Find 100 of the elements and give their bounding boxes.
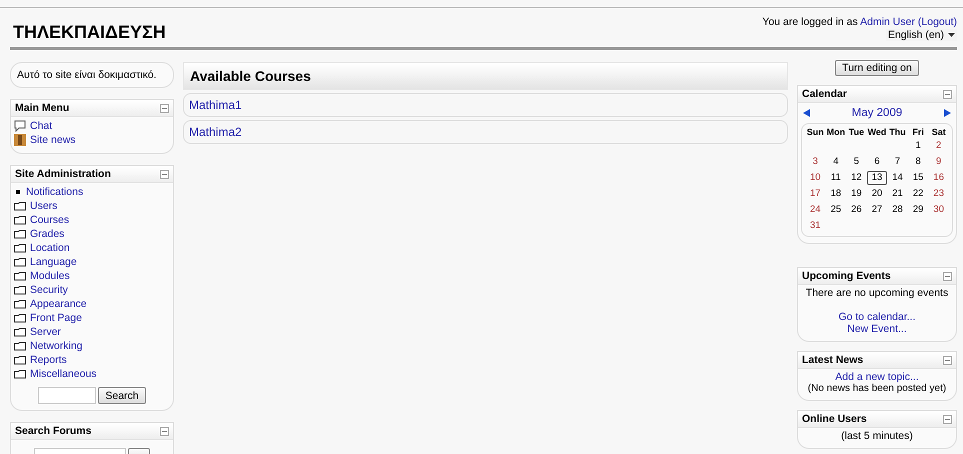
calendar-day[interactable]: 10 bbox=[805, 171, 826, 185]
section-heading: Available Courses bbox=[183, 62, 788, 90]
menu-link[interactable]: Chat bbox=[30, 119, 52, 133]
collapse-icon[interactable] bbox=[943, 90, 952, 98]
folder-icon bbox=[14, 271, 26, 281]
menu-link[interactable]: Site news bbox=[30, 133, 76, 147]
collapse-icon[interactable] bbox=[160, 426, 169, 436]
collapse-icon[interactable] bbox=[943, 414, 952, 424]
calendar-day[interactable]: 5 bbox=[846, 155, 867, 169]
month-label: May 2009 bbox=[852, 107, 902, 119]
admin-link[interactable]: Miscellaneous bbox=[30, 367, 97, 381]
calendar-day[interactable]: 18 bbox=[826, 187, 846, 201]
admin-link[interactable]: Front Page bbox=[30, 311, 82, 325]
event-link[interactable]: Go to calendar... bbox=[838, 311, 916, 323]
folder-icon bbox=[14, 341, 26, 351]
block-title: Search Forums bbox=[15, 425, 92, 437]
news-message: (No news has been posted yet) bbox=[808, 383, 946, 394]
admin-link[interactable]: Grades bbox=[30, 227, 64, 241]
calendar-day[interactable]: 15 bbox=[908, 171, 928, 185]
calendar-day[interactable]: 2 bbox=[928, 139, 949, 153]
calendar-day[interactable]: 8 bbox=[908, 155, 928, 169]
calendar-day[interactable]: 9 bbox=[928, 155, 949, 169]
weekday-label: Fri bbox=[911, 127, 925, 137]
events-message: There are no upcoming events bbox=[806, 287, 948, 299]
admin-link[interactable]: Modules bbox=[30, 269, 70, 283]
folder-icon bbox=[14, 285, 26, 295]
folder-icon bbox=[14, 355, 26, 365]
calendar-day[interactable]: 12 bbox=[846, 171, 867, 185]
calendar-day[interactable]: 24 bbox=[805, 203, 826, 217]
block-title: Upcoming Events bbox=[802, 270, 891, 282]
admin-link[interactable]: Location bbox=[30, 241, 70, 255]
weekday-label: Thu bbox=[888, 127, 907, 137]
calendar-day[interactable]: 22 bbox=[908, 187, 928, 201]
calendar-day[interactable]: 11 bbox=[826, 171, 846, 185]
calendar-day[interactable]: 6 bbox=[866, 155, 888, 169]
folder-icon bbox=[14, 327, 26, 337]
user-link[interactable]: Admin User bbox=[860, 16, 915, 28]
admin-link[interactable]: Users bbox=[30, 199, 58, 213]
course-link[interactable]: Mathima2 bbox=[189, 125, 242, 139]
language-select[interactable]: English (en) bbox=[886, 29, 957, 41]
admin-link[interactable]: Notifications bbox=[26, 185, 84, 199]
calendar-day[interactable]: 20 bbox=[866, 187, 888, 201]
folder-icon bbox=[14, 313, 26, 323]
calendar-day[interactable]: 7 bbox=[887, 155, 908, 169]
calendar-day[interactable]: 25 bbox=[826, 203, 846, 217]
calendar-day[interactable]: 28 bbox=[887, 203, 908, 217]
course-link[interactable]: Mathima1 bbox=[189, 98, 242, 112]
block-title: Site Administration bbox=[15, 168, 111, 180]
calendar-day[interactable]: 16 bbox=[928, 171, 949, 185]
site-title: ΤΗΛΕΚΠΑΙΔΕΥΣΗ bbox=[13, 22, 166, 43]
calendar-day[interactable]: 21 bbox=[887, 187, 908, 201]
triangle-left-icon[interactable] bbox=[803, 109, 810, 117]
admin-link[interactable]: Reports bbox=[30, 353, 67, 367]
collapse-icon[interactable] bbox=[160, 104, 169, 112]
speech-bubble-icon bbox=[14, 120, 26, 132]
folder-icon bbox=[14, 257, 26, 267]
calendar-day[interactable]: 29 bbox=[908, 203, 928, 217]
calendar-day[interactable]: 14 bbox=[887, 171, 908, 185]
admin-link[interactable]: Networking bbox=[30, 339, 83, 353]
calendar-day[interactable]: 3 bbox=[805, 155, 826, 169]
dropdown-icon bbox=[948, 33, 955, 37]
folder-icon bbox=[14, 243, 26, 253]
calendar-day[interactable]: 17 bbox=[805, 187, 826, 201]
collapse-icon[interactable] bbox=[943, 356, 952, 364]
online-message: (last 5 minutes) bbox=[841, 430, 913, 442]
add-topic-link[interactable]: Add a new topic... bbox=[835, 371, 919, 383]
calendar-day[interactable]: 27 bbox=[866, 203, 888, 217]
block-title: Online Users bbox=[802, 413, 867, 425]
admin-link[interactable]: Courses bbox=[30, 213, 70, 227]
editing-button[interactable]: Turn editing on bbox=[835, 60, 919, 76]
calendar-day[interactable]: 31 bbox=[805, 219, 826, 233]
admin-link[interactable]: Appearance bbox=[30, 297, 87, 311]
collapse-icon[interactable] bbox=[943, 272, 952, 280]
collapse-icon[interactable] bbox=[160, 170, 169, 178]
folder-icon bbox=[14, 299, 26, 309]
admin-link[interactable]: Language bbox=[30, 255, 77, 269]
block-title: Calendar bbox=[802, 88, 847, 100]
logout-link[interactable]: (Logout) bbox=[918, 16, 957, 28]
calendar-day[interactable]: 1 bbox=[908, 139, 928, 153]
weekday-label: Mon bbox=[826, 127, 846, 137]
calendar-day[interactable]: 26 bbox=[846, 203, 867, 217]
search-button[interactable]: Search bbox=[98, 387, 146, 404]
block-title: Latest News bbox=[802, 354, 864, 366]
login-info: You are logged in as Admin User (Logout) bbox=[762, 16, 957, 28]
admin-link[interactable]: Security bbox=[30, 283, 68, 297]
folder-icon bbox=[14, 229, 26, 239]
calendar-day[interactable]: 19 bbox=[846, 187, 867, 201]
calendar-day[interactable]: 30 bbox=[928, 203, 949, 217]
admin-link[interactable]: Server bbox=[30, 325, 61, 339]
news-icon bbox=[14, 134, 26, 146]
search-field[interactable] bbox=[38, 387, 96, 404]
event-link[interactable]: New Event... bbox=[847, 323, 907, 335]
triangle-right-icon[interactable] bbox=[944, 109, 951, 117]
weekday-label: Wed bbox=[866, 127, 888, 137]
calendar-day[interactable]: 4 bbox=[826, 155, 846, 169]
calendar-day[interactable]: 13 bbox=[866, 171, 888, 185]
folder-icon bbox=[14, 215, 26, 225]
weekday-label: Tue bbox=[848, 127, 866, 137]
weekday-label: Sat bbox=[930, 127, 947, 137]
calendar-day[interactable]: 23 bbox=[928, 187, 949, 201]
